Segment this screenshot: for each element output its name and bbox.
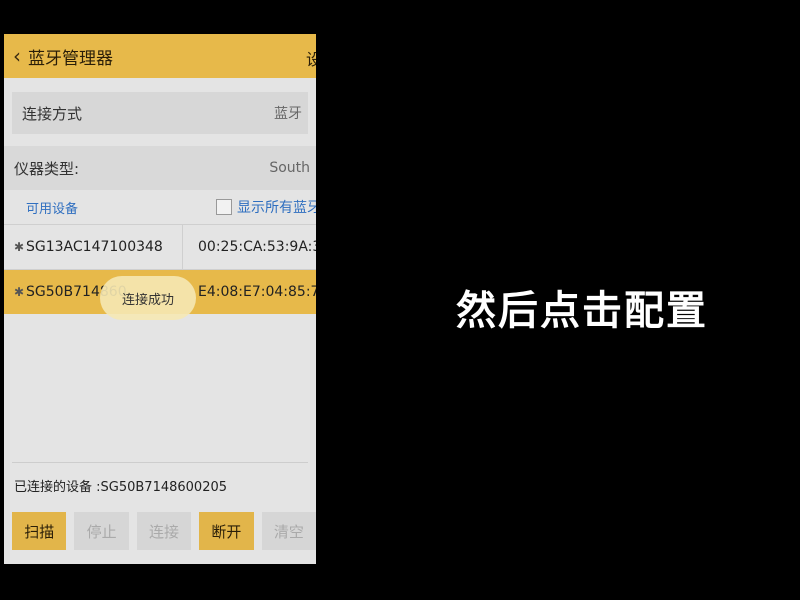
bluetooth-icon: ✱ <box>14 285 25 299</box>
instrument-type-row[interactable]: 仪器类型: South <box>4 146 316 190</box>
settings-button[interactable]: 设 <box>306 46 316 70</box>
show-all-toggle[interactable]: 显示所有蓝牙 <box>216 197 316 217</box>
chevron-left-icon[interactable]: ‹ <box>6 34 28 78</box>
instrument-type-label: 仪器类型: <box>14 159 80 178</box>
show-all-label: 显示所有蓝牙 <box>237 200 316 216</box>
device-row[interactable]: ✱ SG13AC147100348 00:25:CA:53:9A:3( <box>4 224 316 269</box>
clear-button[interactable]: 清空 <box>261 512 316 550</box>
phone-screen: ‹ 蓝牙管理器 设 连接方式 蓝牙 仪器类型: South 可用设备 显示所有蓝… <box>4 34 316 564</box>
app-header: ‹ 蓝牙管理器 设 <box>4 34 316 78</box>
connection-mode-value: 蓝牙 <box>274 106 302 122</box>
scan-button[interactable]: 扫描 <box>12 512 67 550</box>
video-caption: 然后点击配置 <box>456 288 708 334</box>
connection-mode-row[interactable]: 连接方式 蓝牙 <box>12 92 308 134</box>
device-mac: 00:25:CA:53:9A:3( <box>198 239 316 255</box>
action-bar: 扫描 停止 连接 断开 清空 <box>4 512 316 558</box>
toast-message: 连接成功 <box>100 276 196 320</box>
connection-mode-label: 连接方式 <box>22 104 83 123</box>
divider <box>12 462 308 463</box>
available-devices-bar: 可用设备 显示所有蓝牙 <box>4 190 316 224</box>
connect-button[interactable]: 连接 <box>136 512 192 550</box>
disconnect-button[interactable]: 断开 <box>199 512 254 550</box>
stop-button[interactable]: 停止 <box>74 512 129 550</box>
device-name: SG13AC147100348 <box>26 239 163 255</box>
device-mac: E4:08:E7:04:85:7 <box>198 284 316 300</box>
connected-device-text: 已连接的设备 :SG50B7148600205 <box>14 480 228 495</box>
instrument-type-value: South <box>269 160 310 176</box>
bluetooth-icon: ✱ <box>14 240 25 254</box>
page-title: 蓝牙管理器 <box>28 48 113 69</box>
available-devices-label: 可用设备 <box>26 201 79 217</box>
show-all-checkbox[interactable] <box>216 199 232 215</box>
column-divider <box>182 225 183 269</box>
